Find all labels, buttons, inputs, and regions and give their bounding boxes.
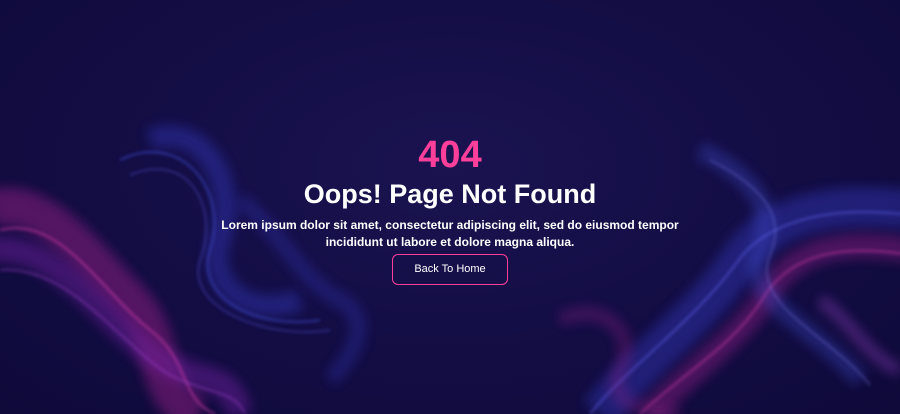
error-content: 404 Oops! Page Not Found Lorem ipsum dol…	[0, 0, 900, 414]
page-title: Oops! Page Not Found	[303, 179, 597, 209]
error-code: 404	[418, 134, 482, 176]
error-description: Lorem ipsum dolor sit amet, consectetur …	[221, 218, 679, 249]
error-page: 404 Oops! Page Not Found Lorem ipsum dol…	[0, 0, 900, 414]
back-to-home-button[interactable]: Back To Home	[392, 254, 508, 285]
